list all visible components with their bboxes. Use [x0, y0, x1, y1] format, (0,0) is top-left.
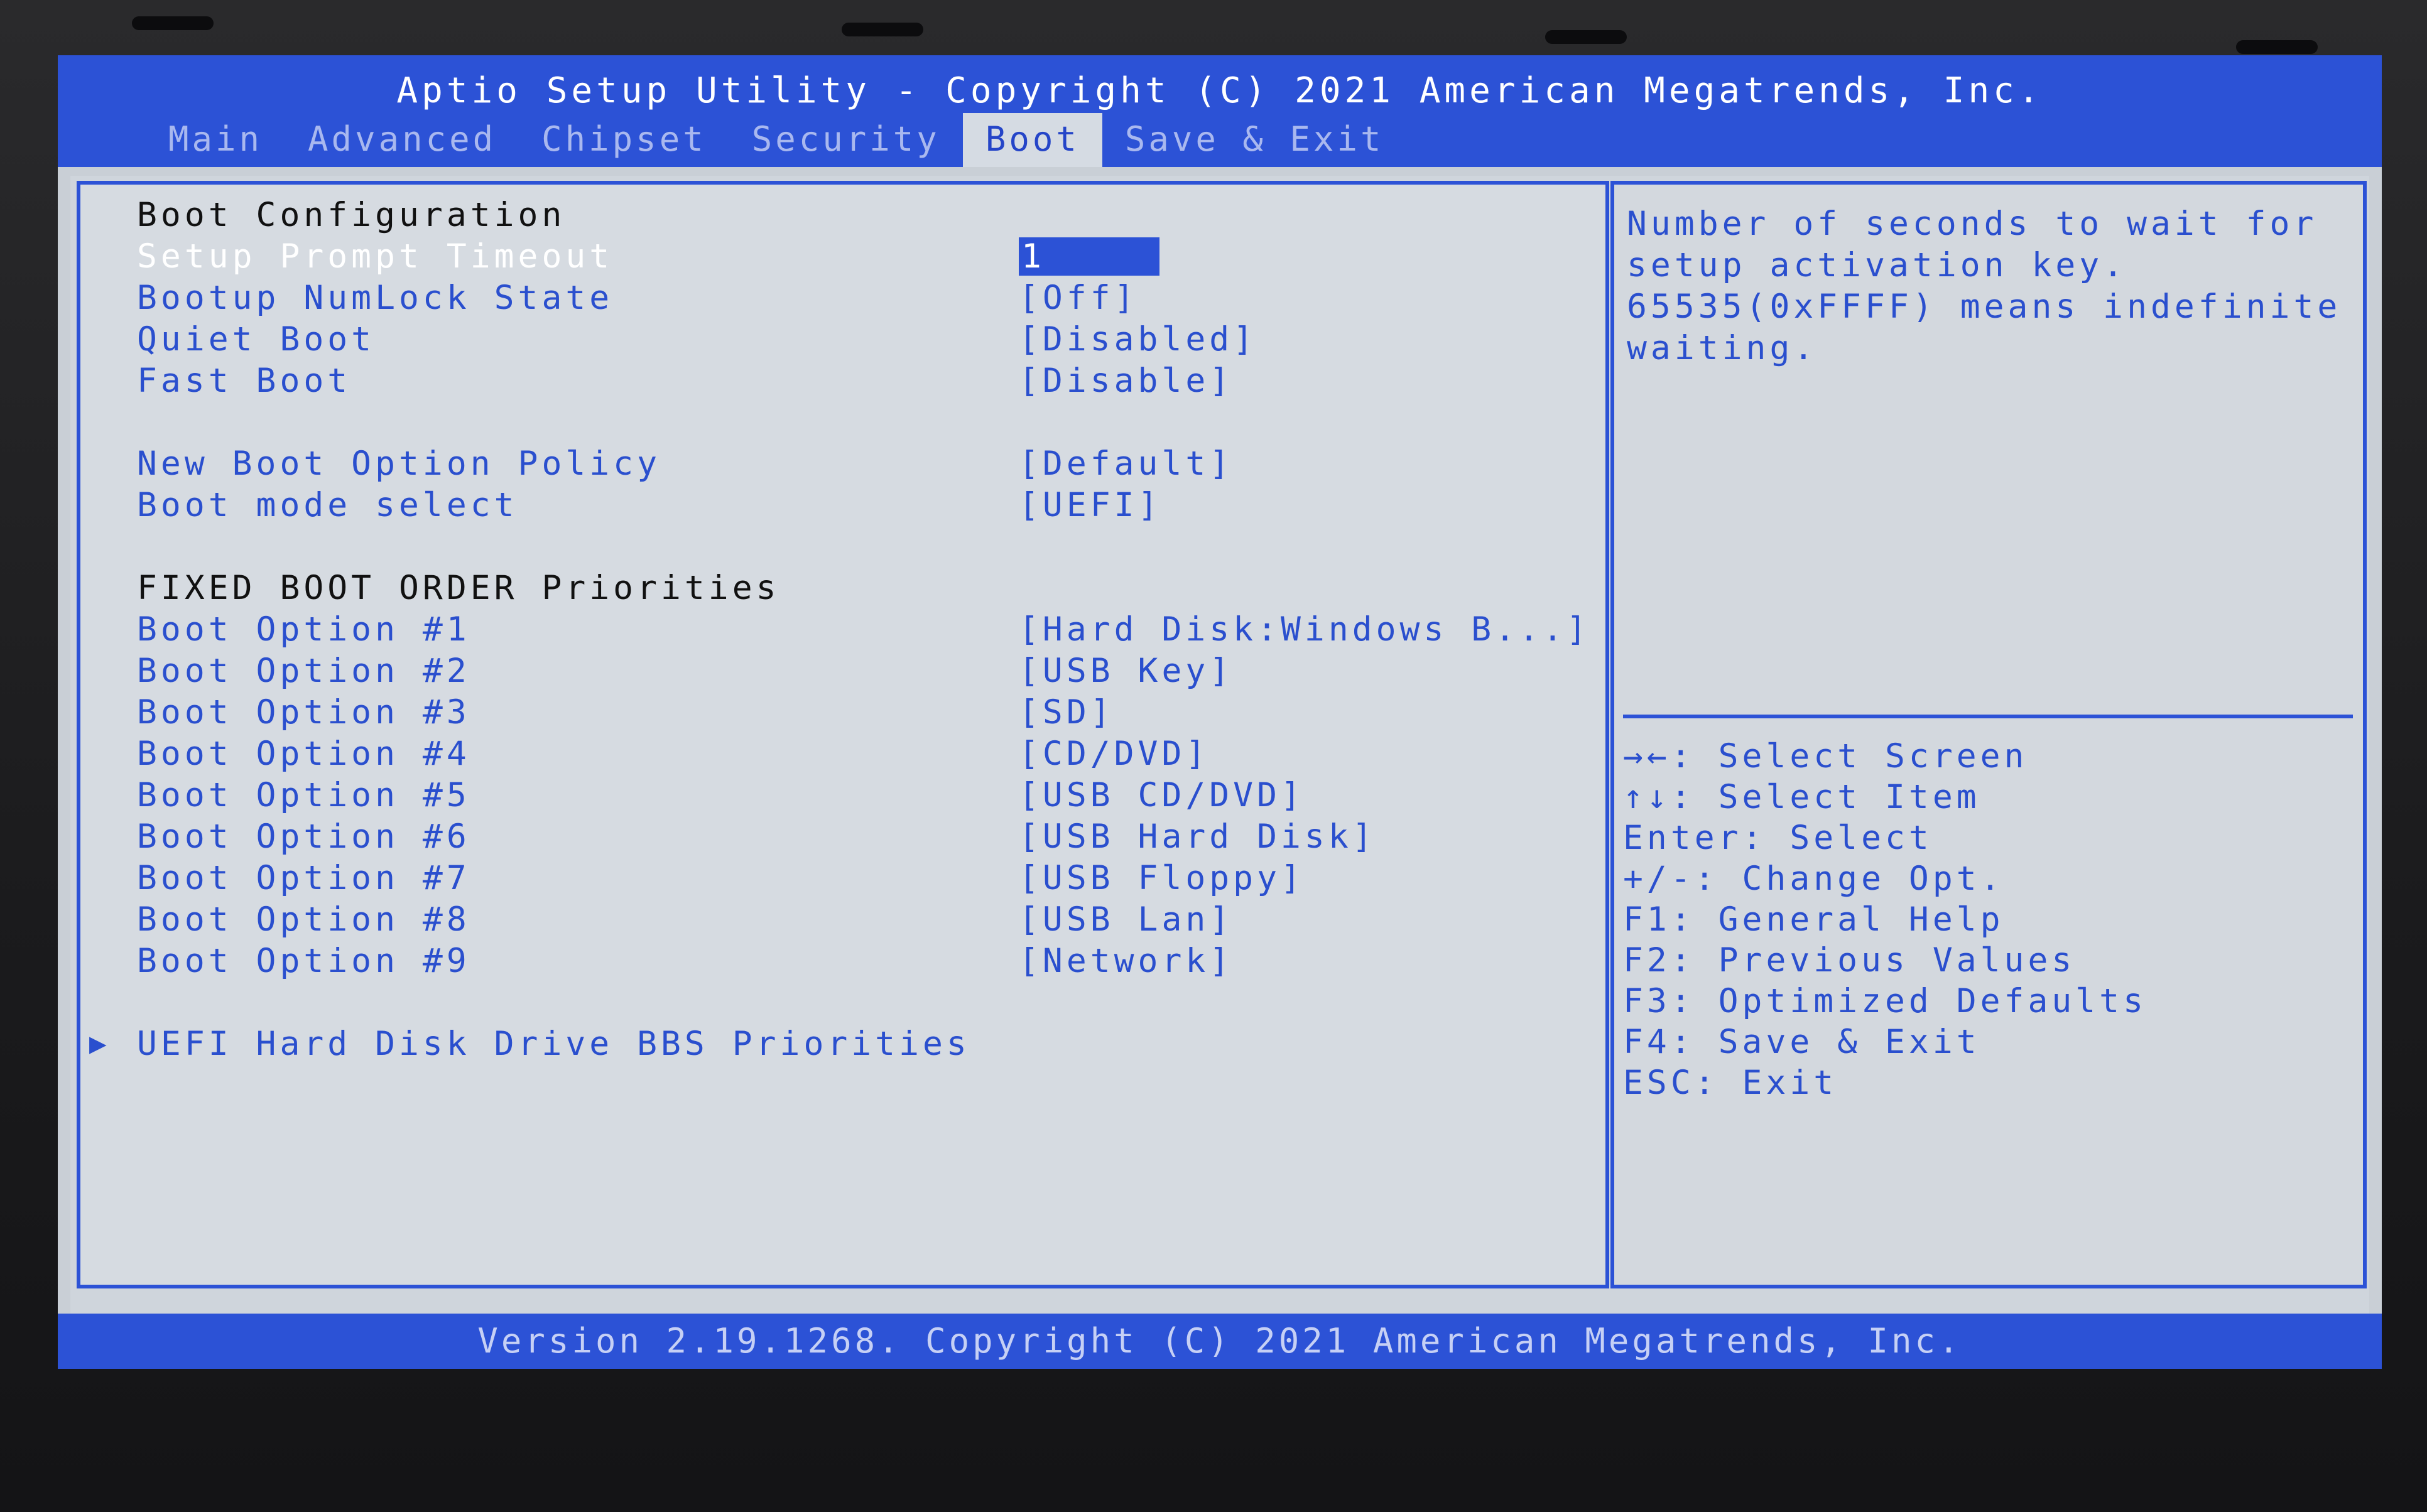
boot-option-value[interactable]: [CD/DVD] [1019, 735, 1209, 773]
footer-bar: Version 2.19.1268. Copyright (C) 2021 Am… [58, 1314, 2382, 1369]
key-hint-select-item: ↑↓: Select Item [1623, 778, 1980, 816]
boot-option-value[interactable]: [Network] [1019, 942, 1233, 980]
help-text: Number of seconds to wait for setup acti… [1627, 205, 2365, 367]
help-divider [1623, 715, 2353, 718]
help-panel: Number of seconds to wait for setup acti… [1610, 181, 2367, 1288]
submenu-arrow-icon: ▶ [89, 1026, 107, 1060]
tab-chipset[interactable]: Chipset [519, 113, 729, 167]
boot-option-value[interactable]: [USB Lan] [1019, 900, 1233, 939]
setting-value[interactable]: [Disable] [1019, 362, 1233, 400]
setting-fast-boot[interactable]: Fast Boot [Disable] [137, 362, 1229, 403]
boot-option-label: Boot Option #2 [137, 652, 470, 690]
key-hint-save-exit: F4: Save & Exit [1623, 1023, 1980, 1061]
setting-bootup-numlock-state[interactable]: Bootup NumLock State [Off] [137, 279, 1134, 320]
page-title: Aptio Setup Utility - Copyright (C) 2021… [396, 70, 2043, 111]
key-hint-enter-select: Enter: Select [1623, 819, 1933, 857]
boot-option-label: Boot Option #8 [137, 900, 470, 939]
main-area: Boot Configuration Setup Prompt Timeout … [70, 176, 2369, 1331]
setting-quiet-boot[interactable]: Quiet Boot [Disabled] [137, 320, 1253, 362]
setting-value[interactable]: [Off] [1019, 279, 1138, 317]
tab-boot[interactable]: Boot [962, 113, 1102, 167]
setting-boot-mode-select[interactable]: Boot mode select [UEFI] [137, 486, 1158, 527]
boot-option-value[interactable]: [USB Floppy] [1019, 859, 1305, 897]
setting-value[interactable]: [UEFI] [1019, 486, 1161, 524]
key-hint-change-opt: +/-: Change Opt. [1623, 860, 2004, 898]
boot-option-row[interactable]: Boot Option #5 [USB CD/DVD] [137, 776, 1301, 818]
boot-option-label: Boot Option #4 [137, 735, 470, 773]
section-heading-boot-configuration: Boot Configuration [137, 196, 562, 237]
bezel-bumper [2236, 40, 2318, 54]
submenu-uefi-hdd-bbs-priorities[interactable]: UEFI Hard Disk Drive BBS Priorities [137, 1025, 967, 1066]
boot-option-value[interactable]: [SD] [1019, 693, 1114, 732]
tab-save-exit[interactable]: Save & Exit [1102, 113, 1407, 167]
tab-security[interactable]: Security [729, 113, 963, 167]
boot-option-row[interactable]: Boot Option #4 [CD/DVD] [137, 735, 1205, 776]
section-heading-label: Boot Configuration [137, 196, 566, 234]
boot-option-label: Boot Option #6 [137, 818, 470, 856]
key-hint-optimized-defaults: F3: Optimized Defaults [1623, 982, 2147, 1020]
boot-option-value[interactable]: [USB CD/DVD] [1019, 776, 1305, 814]
boot-option-label: Boot Option #7 [137, 859, 470, 897]
version-text: Version 2.19.1268. Copyright (C) 2021 Am… [477, 1321, 1962, 1361]
boot-option-row[interactable]: Boot Option #7 [USB Floppy] [137, 859, 1301, 900]
header-bar: Aptio Setup Utility - Copyright (C) 2021… [58, 55, 2382, 167]
setting-label: Quiet Boot [137, 320, 376, 359]
setting-value[interactable]: [Default] [1019, 445, 1233, 483]
tab-main[interactable]: Main [146, 113, 285, 167]
bezel-bumper [132, 16, 214, 30]
setting-label: New Boot Option Policy [137, 445, 661, 483]
setting-setup-prompt-timeout[interactable]: Setup Prompt Timeout 1 [137, 237, 1159, 279]
bezel-bumper [1545, 30, 1627, 44]
setting-label: Setup Prompt Timeout [137, 237, 614, 276]
setting-label: Boot mode select [137, 486, 518, 524]
key-hint-general-help: F1: General Help [1623, 900, 2004, 939]
key-hint-previous-values: F2: Previous Values [1623, 941, 2076, 980]
boot-option-value[interactable]: [USB Key] [1019, 652, 1233, 690]
boot-option-row[interactable]: Boot Option #9 [Network] [137, 942, 1229, 983]
setting-label: Bootup NumLock State [137, 279, 614, 317]
boot-option-value[interactable]: [Hard Disk:Windows B...] [1019, 610, 1590, 649]
boot-option-label: Boot Option #5 [137, 776, 470, 814]
boot-option-row[interactable]: Boot Option #1 [Hard Disk:Windows B...] [137, 610, 1587, 652]
section-heading-label: FIXED BOOT ORDER Priorities [137, 569, 780, 607]
boot-option-row[interactable]: Boot Option #3 [SD] [137, 693, 1110, 735]
setting-value[interactable]: [Disabled] [1019, 320, 1257, 359]
boot-option-label: Boot Option #9 [137, 942, 470, 980]
boot-option-label: Boot Option #1 [137, 610, 470, 649]
key-hint-exit: ESC: Exit [1623, 1064, 1838, 1102]
boot-option-value[interactable]: [USB Hard Disk] [1019, 818, 1376, 856]
key-legend: →←: Select Screen ↑↓: Select Item Enter:… [1623, 737, 2352, 1104]
tab-advanced[interactable]: Advanced [285, 113, 519, 167]
key-hint-select-screen: →←: Select Screen [1623, 737, 2028, 775]
setup-prompt-timeout-input[interactable]: 1 [1019, 237, 1159, 276]
bezel-bumper [842, 23, 923, 36]
section-heading-fixed-boot-order: FIXED BOOT ORDER Priorities [137, 569, 776, 610]
submenu-label: UEFI Hard Disk Drive BBS Priorities [137, 1025, 970, 1063]
tab-bar: Main Advanced Chipset Security Boot Save… [146, 113, 1406, 167]
boot-option-label: Boot Option #3 [137, 693, 470, 732]
setting-new-boot-option-policy[interactable]: New Boot Option Policy [Default] [137, 445, 1229, 486]
bios-screen: Aptio Setup Utility - Copyright (C) 2021… [58, 55, 2382, 1369]
boot-option-row[interactable]: Boot Option #6 [USB Hard Disk] [137, 818, 1372, 859]
settings-panel: Boot Configuration Setup Prompt Timeout … [77, 181, 1609, 1288]
setting-label: Fast Boot [137, 362, 352, 400]
boot-option-row[interactable]: Boot Option #2 [USB Key] [137, 652, 1229, 693]
boot-option-row[interactable]: Boot Option #8 [USB Lan] [137, 900, 1229, 942]
